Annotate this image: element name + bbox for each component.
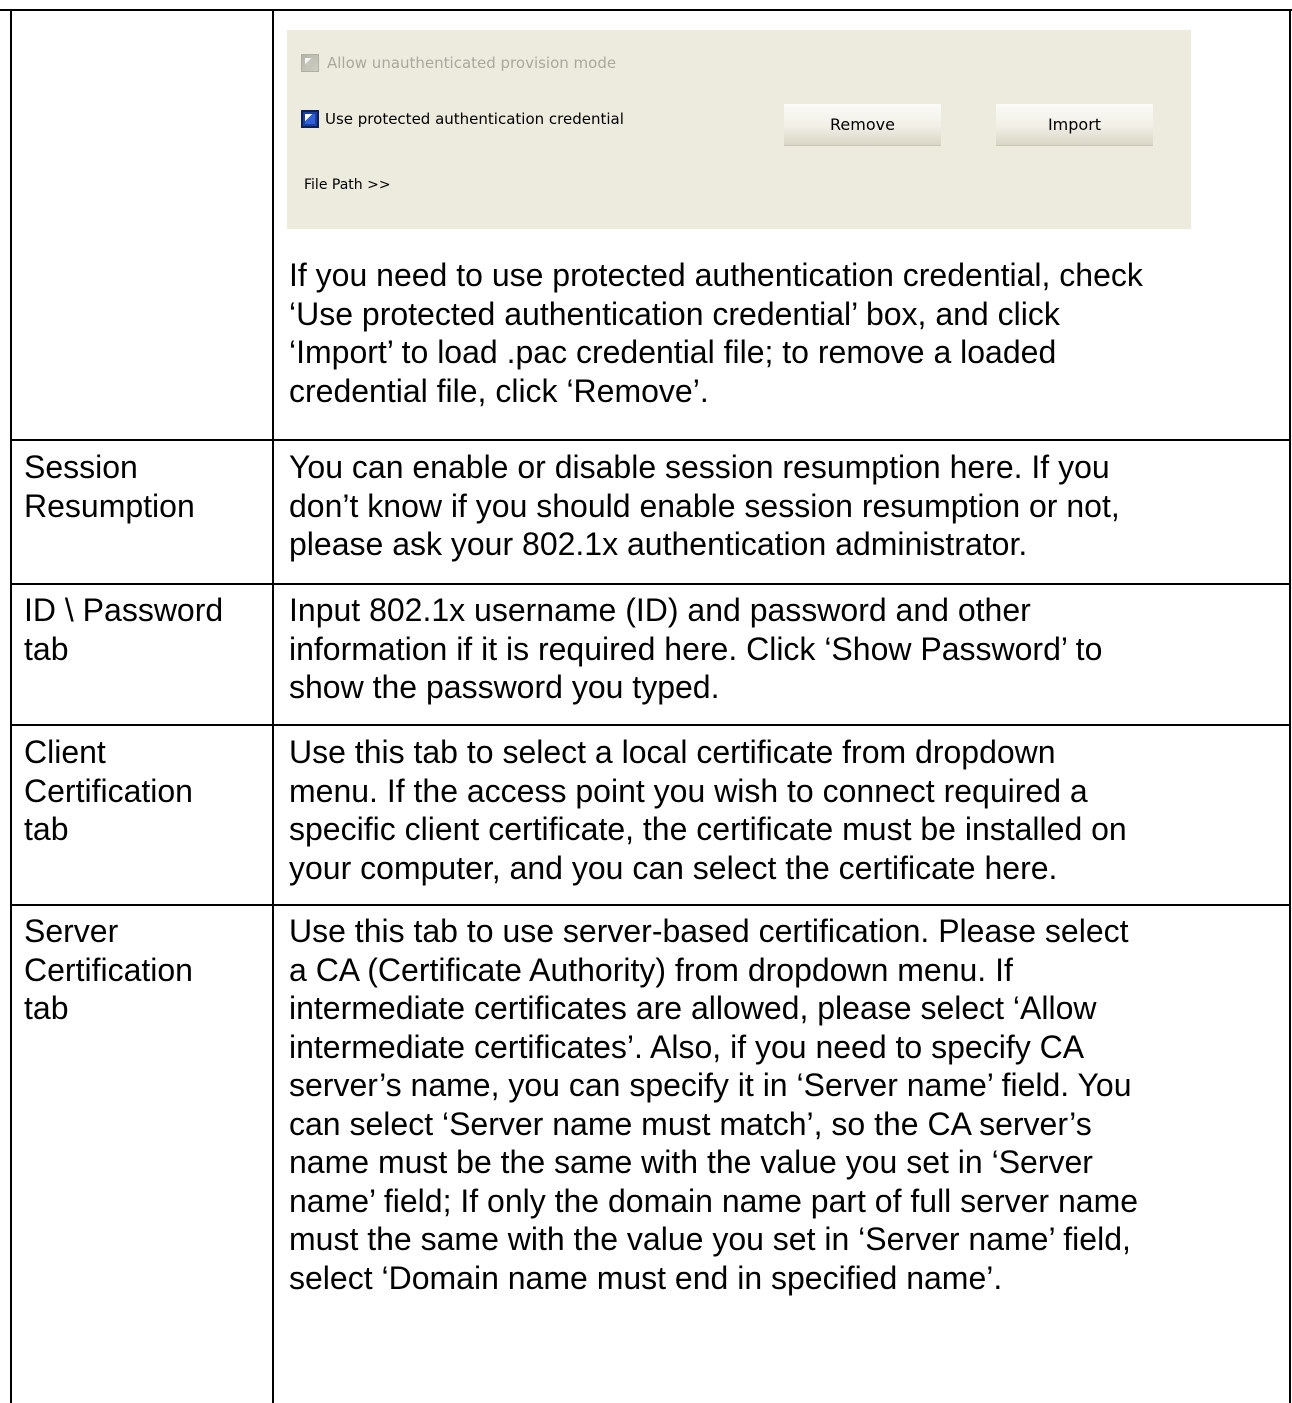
row-description: If you need to use protected authenticat… [289, 256, 1143, 410]
text-line: If you need to use protected authenticat… [289, 257, 1143, 293]
remove-button[interactable]: Remove [784, 104, 941, 146]
text-line: Certification [24, 772, 193, 809]
column-divider [272, 9, 274, 1403]
file-path-label: File Path >> [304, 177, 391, 193]
text-line: credential file, click ‘Remove’. [289, 372, 709, 409]
table-right-border [1289, 9, 1291, 1403]
row-description: Use this tab to select a local certifica… [289, 733, 1127, 887]
row-term: ID \ Password tab [24, 591, 223, 668]
text-line: name’ field; If only the domain name par… [289, 1182, 1139, 1219]
text-line: must the same with the value you set in … [289, 1221, 1131, 1257]
row-divider [10, 724, 1291, 726]
text-line: please ask your 802.1x authentication ad… [289, 526, 1028, 562]
text-line: ID \ Password [24, 592, 224, 628]
table-left-border [10, 9, 12, 1403]
text-line: your computer, and you can select the ce… [289, 849, 1058, 886]
row-divider [10, 583, 1291, 585]
text-line: tab [24, 811, 69, 847]
eap-fast-dialog-screenshot: Allow unauthenticated provision mode Use… [287, 30, 1191, 229]
text-line: Client [24, 734, 106, 770]
text-line: Input 802.1x username (ID) and password … [289, 592, 1031, 628]
allow-unauth-checkbox[interactable] [301, 54, 319, 72]
text-line: ‘Import’ to load .pac credential file; t… [289, 334, 1057, 370]
import-button[interactable]: Import [996, 104, 1153, 146]
row-description: Use this tab to use server-based certifi… [289, 912, 1138, 1297]
row-term: Client Certification tab [24, 733, 193, 849]
text-line: Session [24, 449, 138, 485]
text-line: ‘Use protected authentication credential… [289, 295, 1060, 332]
text-line: You can enable or disable session resump… [289, 449, 1110, 485]
text-line: can select ‘Server name must match’, so … [289, 1105, 1092, 1142]
text-line: name must be the same with the value you… [289, 1144, 1093, 1180]
text-line: specific client certificate, the certifi… [289, 811, 1127, 847]
text-line: information if it is required here. Clic… [289, 630, 1103, 667]
text-line: Use this tab to use server-based certifi… [289, 913, 1129, 949]
table-top-border [0, 9, 1292, 11]
description-table: Allow unauthenticated provision mode Use… [0, 0, 1292, 1403]
text-line: Certification [24, 951, 193, 988]
text-line: intermediate certificates’. Also, if you… [289, 1028, 1085, 1065]
text-line: tab [24, 990, 69, 1026]
row-divider [10, 439, 1291, 441]
text-line: a CA (Certificate Authority) from dropdo… [289, 951, 1013, 988]
text-line: Resumption [24, 487, 195, 524]
row-description: You can enable or disable session resump… [289, 448, 1120, 564]
row-term: Session Resumption [24, 448, 195, 525]
text-line: don’t know if you should enable session … [289, 487, 1120, 524]
use-protected-checkbox[interactable] [301, 110, 319, 128]
text-line: Server [24, 913, 119, 949]
text-line: show the password you typed. [289, 669, 720, 705]
text-line: intermediate certificates are allowed, p… [289, 990, 1097, 1026]
allow-unauth-label: Allow unauthenticated provision mode [327, 54, 617, 72]
row-divider [10, 904, 1291, 906]
row-term: Server Certification tab [24, 912, 193, 1028]
text-line: server’s name, you can specify it in ‘Se… [289, 1067, 1132, 1103]
row-description: Input 802.1x username (ID) and password … [289, 591, 1102, 707]
text-line: tab [24, 630, 69, 667]
text-line: menu. If the access point you wish to co… [289, 772, 1088, 809]
text-line: Use this tab to select a local certifica… [289, 734, 1056, 770]
use-protected-label: Use protected authentication credential [325, 110, 624, 128]
text-line: select ‘Domain name must end in specifie… [289, 1259, 1003, 1296]
